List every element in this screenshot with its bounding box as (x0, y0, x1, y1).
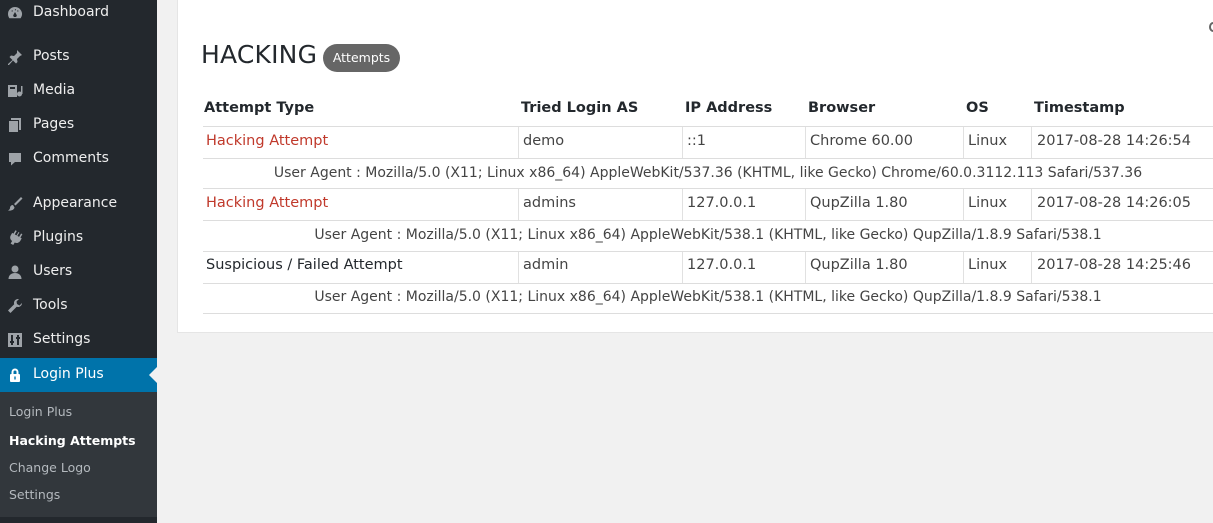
sidebar-item-label: Dashboard (33, 4, 109, 20)
sidebar-item-comments[interactable]: Comments (0, 142, 157, 176)
active-indicator-arrow (149, 367, 157, 383)
wrench-icon (7, 298, 23, 314)
users-icon (7, 264, 23, 280)
sidebar-item-settings[interactable]: Settings (0, 323, 157, 357)
table-divider (203, 126, 1213, 127)
settings-icon (7, 332, 23, 348)
lock-icon (7, 367, 23, 383)
ip-address-cell: ::1 (687, 133, 706, 149)
admin-sidebar: Dashboard Posts Media Pages Comments App… (0, 0, 157, 523)
column-header-timestamp: Timestamp (1034, 100, 1125, 116)
tried-login-cell: admins (523, 195, 576, 211)
pages-icon (7, 117, 23, 133)
user-agent-row: User Agent : Mozilla/5.0 (X11; Linux x86… (314, 289, 1102, 305)
sidebar-item-label: Login Plus (33, 366, 104, 382)
pin-icon (7, 49, 23, 65)
column-separator (518, 189, 519, 220)
user-agent-row: User Agent : Mozilla/5.0 (X11; Linux x86… (314, 227, 1102, 243)
sidebar-item-dashboard[interactable]: Dashboard (0, 0, 157, 30)
browser-cell: Chrome 60.00 (810, 133, 913, 149)
os-cell: Linux (968, 195, 1008, 211)
column-separator (1031, 127, 1032, 158)
sidebar-item-label: Users (33, 263, 73, 279)
column-separator (518, 127, 519, 158)
table-divider (203, 313, 1213, 314)
timestamp-cell: 2017-08-28 14:26:54 (1037, 133, 1191, 149)
column-separator (1031, 189, 1032, 220)
page-title: HACKING (201, 40, 318, 69)
sidebar-item-users[interactable]: Users (0, 255, 157, 289)
table-divider (203, 158, 1213, 159)
submenu-item-login-plus[interactable]: Login Plus (9, 404, 72, 419)
column-separator (963, 127, 964, 158)
sidebar-item-label: Media (33, 82, 76, 98)
os-cell: Linux (968, 257, 1008, 273)
sidebar-item-label: Comments (33, 150, 109, 166)
sidebar-item-media[interactable]: Media (0, 74, 157, 108)
sidebar-item-login-plus[interactable]: Login Plus (0, 358, 157, 392)
column-header-ip-address: IP Address (685, 100, 773, 116)
column-header-browser: Browser (808, 100, 876, 116)
column-separator (518, 252, 519, 283)
sidebar-item-label: Plugins (33, 229, 84, 245)
sidebar-item-label: Tools (33, 297, 68, 313)
attempt-type-link[interactable]: Hacking Attempt (206, 133, 328, 149)
comments-icon (7, 151, 23, 167)
brush-icon (7, 196, 23, 212)
column-separator (682, 252, 683, 283)
sidebar-item-posts[interactable]: Posts (0, 40, 157, 74)
table-divider (203, 283, 1213, 284)
attempt-type-link[interactable]: Hacking Attempt (206, 195, 328, 211)
sidebar-submenu: Login Plus Hacking Attempts Change Logo … (0, 392, 157, 517)
submenu-item-hacking-attempts[interactable]: Hacking Attempts (9, 433, 136, 448)
sidebar-item-appearance[interactable]: Appearance (0, 187, 157, 221)
ip-address-cell: 127.0.0.1 (687, 195, 757, 211)
tried-login-cell: admin (523, 257, 569, 273)
submenu-item-change-logo[interactable]: Change Logo (9, 460, 91, 475)
column-separator (1031, 252, 1032, 283)
os-cell: Linux (968, 133, 1008, 149)
table-divider (203, 251, 1213, 252)
table-divider (203, 188, 1213, 189)
browser-cell: QupZilla 1.80 (810, 257, 908, 273)
table-divider (203, 220, 1213, 221)
sidebar-item-plugins[interactable]: Plugins (0, 221, 157, 255)
timestamp-cell: 2017-08-28 14:25:46 (1037, 257, 1191, 273)
sidebar-item-tools[interactable]: Tools (0, 289, 157, 323)
column-separator (963, 189, 964, 220)
ip-address-cell: 127.0.0.1 (687, 257, 757, 273)
attempts-badge: Attempts (323, 44, 400, 72)
column-separator (682, 127, 683, 158)
column-separator (805, 127, 806, 158)
plugin-icon (7, 230, 23, 246)
column-header-tried-login: Tried Login AS (521, 100, 639, 116)
column-separator (805, 189, 806, 220)
sidebar-item-label: Settings (33, 331, 91, 347)
column-separator (805, 252, 806, 283)
timestamp-cell: 2017-08-28 14:26:05 (1037, 195, 1191, 211)
submenu-item-settings[interactable]: Settings (9, 487, 60, 502)
column-header-attempt-type: Attempt Type (204, 100, 315, 116)
browser-cell: QupZilla 1.80 (810, 195, 908, 211)
sidebar-item-label: Posts (33, 48, 70, 64)
column-separator (963, 252, 964, 283)
attempt-type-text: Suspicious / Failed Attempt (206, 257, 403, 273)
column-separator (682, 189, 683, 220)
sidebar-item-pages[interactable]: Pages (0, 108, 157, 142)
sidebar-item-label: Appearance (33, 195, 118, 211)
help-toggle-icon[interactable] (1209, 22, 1213, 32)
user-agent-row: User Agent : Mozilla/5.0 (X11; Linux x86… (273, 165, 1143, 181)
tried-login-cell: demo (523, 133, 565, 149)
sidebar-item-label: Pages (33, 116, 75, 132)
media-icon (7, 83, 23, 99)
dashboard-icon (7, 5, 23, 21)
column-header-os: OS (966, 100, 989, 116)
